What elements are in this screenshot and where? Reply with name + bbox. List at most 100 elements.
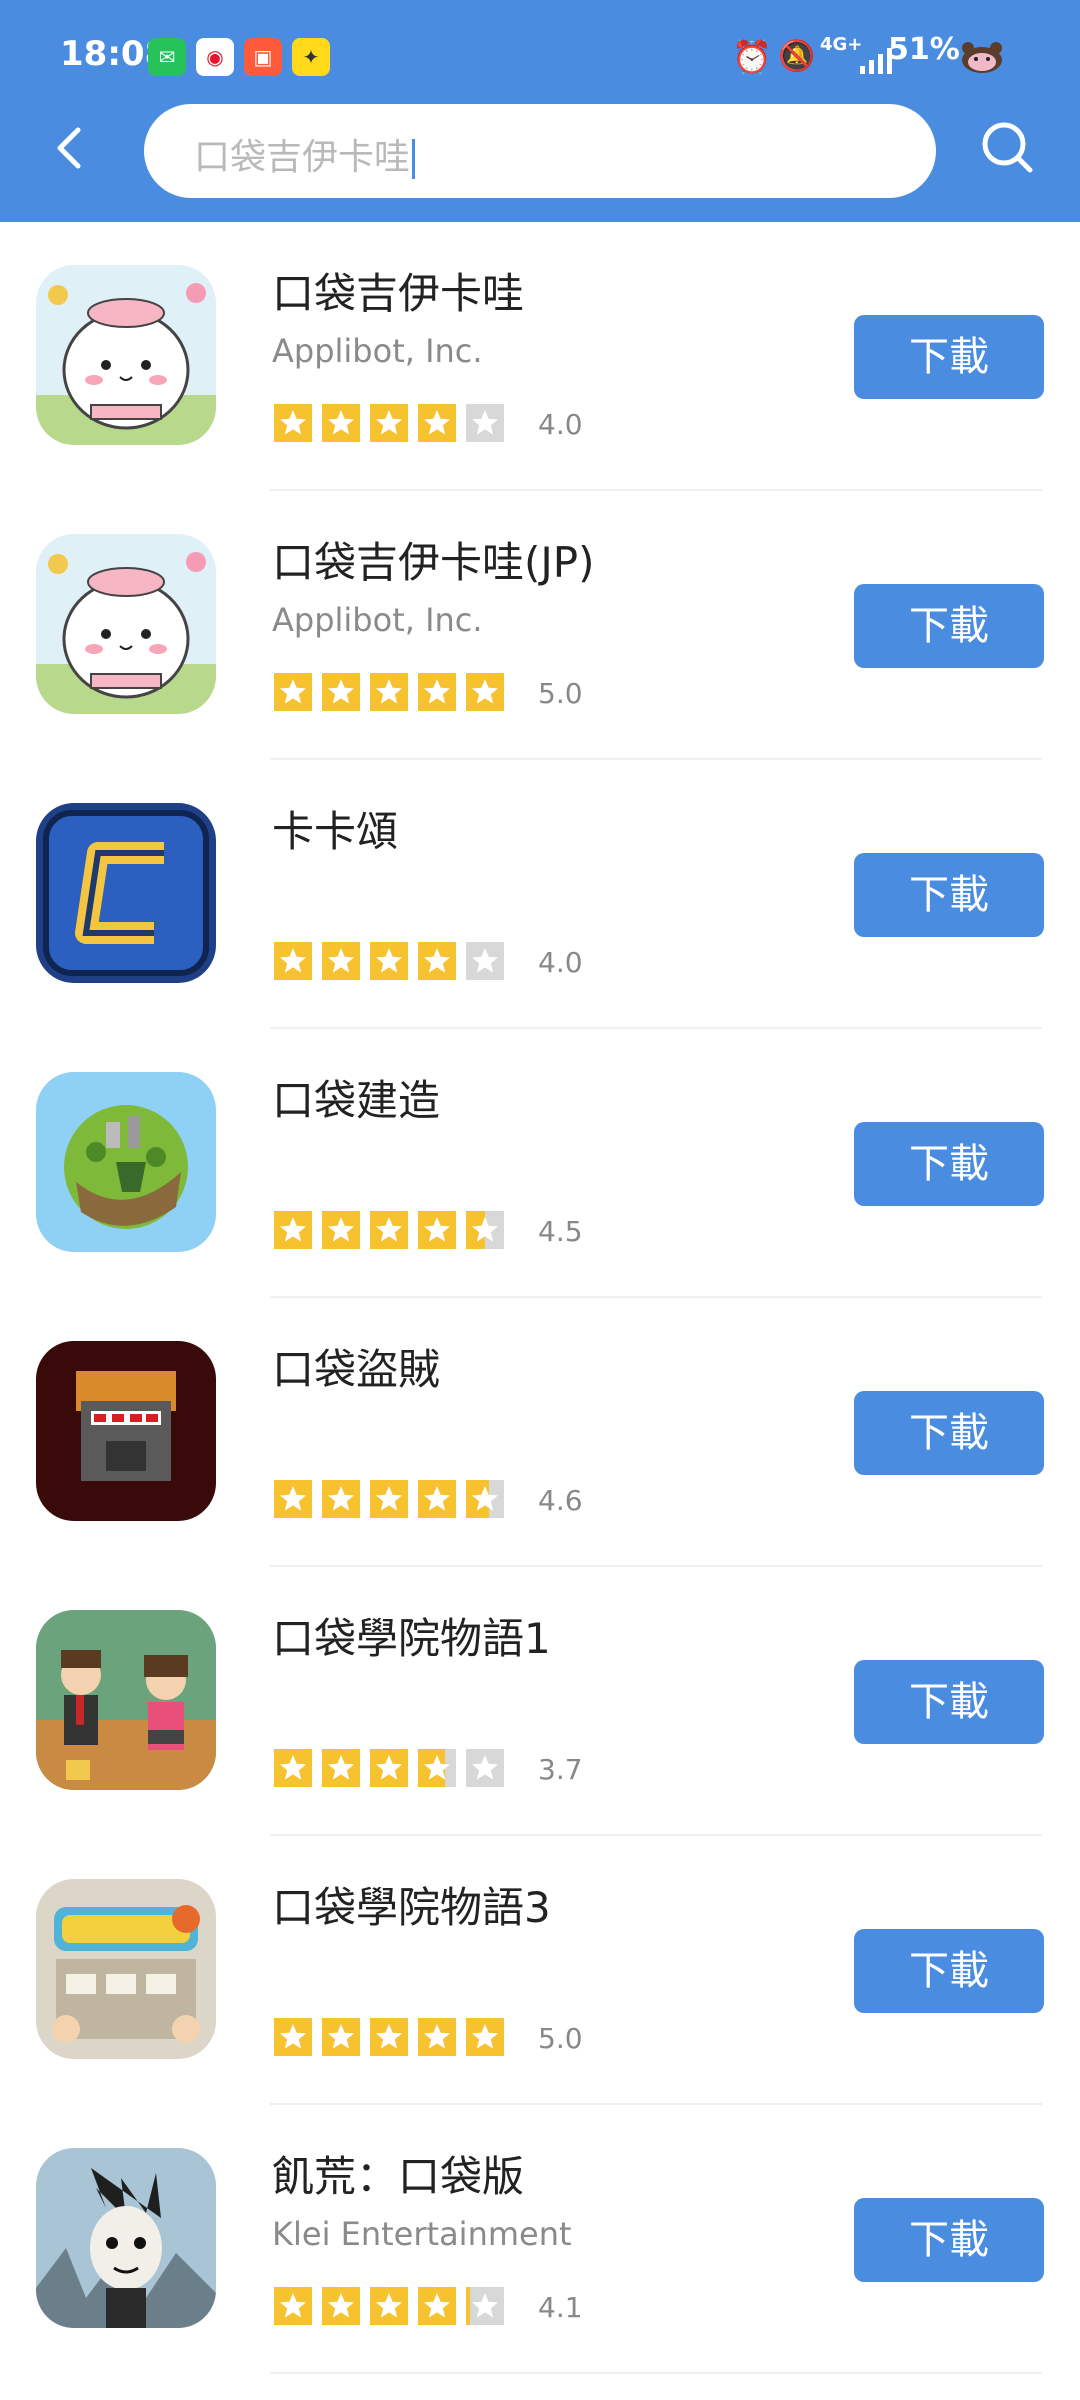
wechat-icon: ✉: [148, 38, 186, 76]
download-button[interactable]: 下載: [854, 1929, 1044, 2013]
app-name[interactable]: 口袋學院物語1: [272, 1605, 551, 1666]
star-icon: [466, 2018, 504, 2056]
star-icon: [322, 2018, 360, 2056]
star-icon: [466, 2287, 504, 2325]
search-results-list: 口袋吉伊卡哇 Applibot, Inc. 4.0 下載 口袋吉伊卡哇(JP) Appli…: [0, 222, 1080, 2374]
star-icon: [274, 1749, 312, 1787]
ticket-icon: ✦: [292, 38, 330, 76]
network-type: 4G+: [820, 34, 863, 55]
download-button[interactable]: 下載: [854, 853, 1044, 937]
rating-value: 3.7: [538, 1753, 583, 1786]
star-icon: [370, 673, 408, 711]
star-icon: [418, 404, 456, 442]
list-item[interactable]: 口袋建造 4.5 下載: [0, 1029, 1080, 1298]
developer-name: Applibot, Inc.: [272, 332, 483, 370]
star-rating: [274, 1749, 504, 1789]
rating-value: 4.0: [538, 408, 583, 441]
star-icon: [466, 1480, 504, 1518]
search-button[interactable]: [978, 118, 1038, 178]
rating-value: 4.1: [538, 2291, 583, 2324]
star-icon: [466, 942, 504, 980]
app-icon: ▣: [244, 38, 282, 76]
app-name[interactable]: 口袋建造: [272, 1067, 440, 1128]
star-icon: [370, 942, 408, 980]
star-icon: [466, 1211, 504, 1249]
star-icon: [466, 1749, 504, 1787]
download-button[interactable]: 下載: [854, 2198, 1044, 2282]
star-icon: [370, 1480, 408, 1518]
star-rating: [274, 1480, 504, 1520]
star-rating: [274, 404, 504, 444]
list-item[interactable]: 飢荒：口袋版 Klei Entertainment 4.1 下載: [0, 2105, 1080, 2374]
star-icon: [274, 673, 312, 711]
pocket-build-icon[interactable]: [36, 1072, 216, 1252]
rating-value: 4.6: [538, 1484, 583, 1517]
rating-value: 5.0: [538, 2022, 583, 2055]
app-name[interactable]: 口袋吉伊卡哇: [272, 260, 524, 321]
pet-icon: [960, 40, 1004, 74]
star-icon: [322, 1749, 360, 1787]
star-icon: [274, 1211, 312, 1249]
mute-icon: 🔕: [778, 39, 816, 74]
chiikawa-icon[interactable]: [36, 265, 216, 445]
list-item[interactable]: 卡卡頌 4.0 下載: [0, 760, 1080, 1029]
list-item[interactable]: 口袋學院物語3 5.0 下載: [0, 1836, 1080, 2105]
top-bar: 18:08 ✉ ◉ ▣ ✦ ⏰ 🔕 4G+ 51% 口袋吉伊卡哇: [0, 0, 1080, 222]
pocket-academy-icon[interactable]: [36, 1610, 216, 1790]
dont-starve-icon[interactable]: [36, 2148, 216, 2328]
star-icon: [418, 1480, 456, 1518]
download-button[interactable]: 下載: [854, 1391, 1044, 1475]
download-button[interactable]: 下載: [854, 315, 1044, 399]
list-item[interactable]: 口袋學院物語1 3.7 下載: [0, 1567, 1080, 1836]
text-caret: [412, 139, 416, 179]
download-button[interactable]: 下載: [854, 1122, 1044, 1206]
battery-level: 51%: [888, 32, 960, 67]
star-icon: [370, 1749, 408, 1787]
star-icon: [466, 673, 504, 711]
app-name[interactable]: 口袋盜賊: [272, 1336, 440, 1397]
app-name[interactable]: 口袋吉伊卡哇(JP): [272, 529, 595, 590]
divider: [270, 2372, 1042, 2374]
star-icon: [322, 1211, 360, 1249]
back-button[interactable]: [50, 118, 90, 178]
star-rating: [274, 673, 504, 713]
status-bar: 18:08 ✉ ◉ ▣ ✦ ⏰ 🔕 4G+ 51%: [0, 0, 1080, 110]
list-item[interactable]: 口袋吉伊卡哇(JP) Applibot, Inc. 5.0 下載: [0, 491, 1080, 760]
star-icon: [418, 1749, 456, 1787]
star-icon: [322, 2287, 360, 2325]
star-icon: [370, 2018, 408, 2056]
developer-name: Applibot, Inc.: [272, 601, 483, 639]
list-item[interactable]: 口袋吉伊卡哇 Applibot, Inc. 4.0 下載: [0, 222, 1080, 491]
star-icon: [274, 2018, 312, 2056]
star-icon: [274, 404, 312, 442]
star-rating: [274, 2018, 504, 2058]
app-name[interactable]: 口袋學院物語3: [272, 1874, 551, 1935]
carcassonne-icon[interactable]: [36, 803, 216, 983]
pocket-rogues-icon[interactable]: [36, 1341, 216, 1521]
weibo-icon: ◉: [196, 38, 234, 76]
star-icon: [322, 942, 360, 980]
pocket-academy3-icon[interactable]: [36, 1879, 216, 2059]
app-name[interactable]: 飢荒：口袋版: [272, 2143, 524, 2204]
star-icon: [274, 942, 312, 980]
star-icon: [370, 404, 408, 442]
star-icon: [418, 673, 456, 711]
star-rating: [274, 2287, 504, 2327]
app-name[interactable]: 卡卡頌: [272, 798, 398, 859]
star-rating: [274, 1211, 504, 1251]
search-query: 口袋吉伊卡哇: [194, 137, 411, 178]
download-button[interactable]: 下載: [854, 584, 1044, 668]
star-icon: [322, 673, 360, 711]
download-button[interactable]: 下載: [854, 1660, 1044, 1744]
star-icon: [418, 942, 456, 980]
star-icon: [322, 404, 360, 442]
list-item[interactable]: 口袋盜賊 4.6 下載: [0, 1298, 1080, 1567]
chevron-left-icon: [57, 127, 81, 169]
search-icon: [982, 122, 1033, 173]
rating-value: 5.0: [538, 677, 583, 710]
star-icon: [370, 1211, 408, 1249]
star-icon: [418, 1211, 456, 1249]
search-input[interactable]: 口袋吉伊卡哇: [144, 104, 936, 198]
alarm-icon: ⏰: [732, 38, 772, 76]
chiikawa-icon[interactable]: [36, 534, 216, 714]
